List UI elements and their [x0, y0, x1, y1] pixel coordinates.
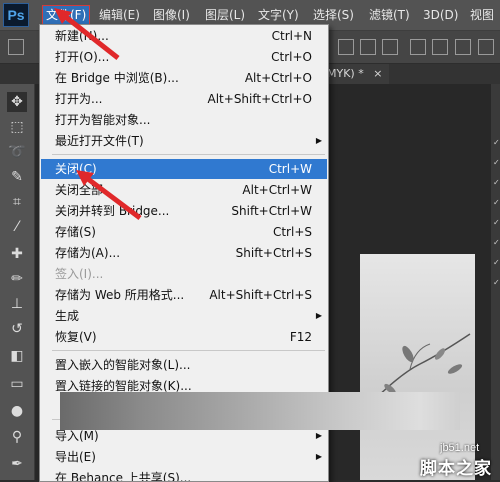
- menu-item-shortcut: Shift+Ctrl+S: [235, 246, 312, 260]
- watermark-brand: 脚本之家: [420, 459, 492, 479]
- panel-toggle-icon[interactable]: ✓: [493, 259, 500, 267]
- panel-toggle-icon[interactable]: ✓: [493, 279, 500, 287]
- blurred-overlay-band: [60, 392, 460, 430]
- healing-tool-icon[interactable]: ✚: [7, 244, 27, 264]
- watermark-url: jb51.net: [440, 442, 480, 454]
- menu-select[interactable]: 选择(S): [313, 6, 354, 24]
- menu-item-label: 存储(S): [55, 225, 96, 239]
- menu-item-place-embedded[interactable]: 置入嵌入的智能对象(L)...: [41, 355, 327, 375]
- menu-view[interactable]: 视图: [470, 6, 494, 24]
- submenu-arrow-icon: ▶: [315, 311, 322, 320]
- stamp-tool-icon[interactable]: ⊥: [7, 294, 27, 314]
- menu-item-label: 打开为...: [55, 92, 103, 106]
- crop-tool-icon[interactable]: ⌗: [7, 192, 27, 212]
- distribute-middle-icon[interactable]: [432, 39, 448, 55]
- menu-item-label: 存储为(A)...: [55, 246, 121, 260]
- menu-item-open[interactable]: 打开(O)... Ctrl+O: [41, 47, 327, 67]
- brush-tool-icon[interactable]: ✏: [7, 269, 27, 289]
- menu-item-shortcut: Alt+Shift+Ctrl+S: [209, 288, 312, 302]
- menu-item-label: 打开(O)...: [55, 50, 110, 64]
- history-brush-tool-icon[interactable]: ↺: [7, 319, 27, 339]
- menu-item-save-for-web[interactable]: 存储为 Web 所用格式... Alt+Shift+Ctrl+S: [41, 285, 327, 305]
- menu-3d[interactable]: 3D(D): [423, 6, 458, 24]
- menu-separator: [52, 350, 325, 351]
- menu-item-shortcut: Ctrl+W: [268, 162, 312, 176]
- menu-layer[interactable]: 图层(L): [205, 6, 245, 24]
- tool-preset-icon[interactable]: [8, 39, 24, 55]
- menu-item-browse-in-bridge[interactable]: 在 Bridge 中浏览(B)... Alt+Ctrl+O: [41, 68, 327, 88]
- menu-item-shortcut: Alt+Ctrl+O: [244, 71, 312, 85]
- close-icon[interactable]: ×: [373, 67, 382, 80]
- menu-item-save[interactable]: 存储(S) Ctrl+S: [41, 222, 327, 242]
- menu-item-shortcut: Shift+Ctrl+W: [231, 204, 312, 218]
- dodge-tool-icon[interactable]: ⚲: [7, 427, 27, 447]
- menu-item-label: 打开为智能对象...: [55, 113, 151, 127]
- menu-image[interactable]: 图像(I): [153, 6, 190, 24]
- menu-item-shortcut: Alt+Ctrl+W: [242, 183, 312, 197]
- menu-item-save-as[interactable]: 存储为(A)... Shift+Ctrl+S: [41, 243, 327, 263]
- menu-item-label: 置入嵌入的智能对象(L)...: [55, 358, 191, 372]
- menu-item-close[interactable]: 关闭(C) Ctrl+W: [41, 159, 327, 179]
- distribute-bottom-icon[interactable]: [455, 39, 471, 55]
- menu-item-label: 关闭(C): [55, 162, 97, 176]
- panel-toggle-icon[interactable]: ✓: [493, 139, 500, 147]
- menu-item-label: 存储为 Web 所用格式...: [55, 288, 185, 302]
- panel-toggle-icon[interactable]: ✓: [493, 179, 500, 187]
- panel-toggle-icon[interactable]: ✓: [493, 219, 500, 227]
- menu-file[interactable]: 文件(F): [42, 5, 91, 25]
- menu-item-label: 在 Bridge 中浏览(B)...: [55, 71, 179, 85]
- menu-item-shortcut: Ctrl+N: [271, 29, 312, 43]
- document-tab[interactable]: MYK) * ×: [323, 64, 389, 84]
- menu-item-revert[interactable]: 恢复(V) F12: [41, 327, 327, 347]
- menu-item-label: 关闭并转到 Bridge...: [55, 204, 170, 218]
- menu-item-close-all[interactable]: 关闭全部 Alt+Ctrl+W: [41, 180, 327, 200]
- menu-item-label: 新建(N)...: [55, 29, 109, 43]
- menu-item-shortcut: F12: [289, 330, 312, 344]
- marquee-tool-icon[interactable]: ⬚: [7, 117, 27, 137]
- eraser-tool-icon[interactable]: ◧: [7, 346, 27, 366]
- distribute-top-icon[interactable]: [410, 39, 426, 55]
- tools-panel: ✥ ⬚ ➰ ✎ ⌗ ⁄ ✚ ✏ ⊥ ↺ ◧ ▭ ● ⚲ ✒: [0, 84, 35, 480]
- menu-item-new[interactable]: 新建(N)... Ctrl+N: [41, 26, 327, 46]
- blur-tool-icon[interactable]: ●: [7, 401, 27, 421]
- submenu-arrow-icon: ▶: [315, 136, 322, 145]
- document-tab-title: MYK) *: [327, 67, 364, 80]
- panel-toggle-icon[interactable]: ✓: [493, 199, 500, 207]
- menu-item-shortcut: Ctrl+S: [272, 225, 312, 239]
- align-left-icon[interactable]: [338, 39, 354, 55]
- panel-toggle-icon[interactable]: ✓: [493, 239, 500, 247]
- menu-filter[interactable]: 滤镜(T): [369, 6, 410, 24]
- menu-item-export[interactable]: 导出(E) ▶: [41, 447, 327, 467]
- menu-item-shortcut: Alt+Shift+Ctrl+O: [207, 92, 312, 106]
- menu-item-shortcut: Ctrl+O: [271, 50, 312, 64]
- move-tool-icon[interactable]: ✥: [7, 92, 27, 112]
- align-center-icon[interactable]: [360, 39, 376, 55]
- distribute-horizontal-icon[interactable]: [478, 39, 494, 55]
- menu-item-label: 最近打开文件(T): [55, 134, 144, 148]
- align-right-icon[interactable]: [382, 39, 398, 55]
- menu-item-label: 签入(I)...: [55, 267, 104, 281]
- menu-item-label: 导出(E): [55, 450, 96, 464]
- quick-select-tool-icon[interactable]: ✎: [7, 167, 27, 187]
- lasso-tool-icon[interactable]: ➰: [7, 142, 27, 162]
- menu-item-open-as[interactable]: 打开为... Alt+Shift+Ctrl+O: [41, 89, 327, 109]
- menu-item-open-recent[interactable]: 最近打开文件(T) ▶: [41, 131, 327, 151]
- eyedropper-tool-icon[interactable]: ⁄: [7, 217, 27, 237]
- menu-item-close-and-go-to-bridge[interactable]: 关闭并转到 Bridge... Shift+Ctrl+W: [41, 201, 327, 221]
- menu-item-generate[interactable]: 生成 ▶: [41, 306, 327, 326]
- gradient-tool-icon[interactable]: ▭: [7, 374, 27, 394]
- menu-item-label: 恢复(V): [55, 330, 97, 344]
- menu-item-open-as-smart-object[interactable]: 打开为智能对象...: [41, 110, 327, 130]
- submenu-arrow-icon: ▶: [315, 452, 322, 461]
- panel-toggle-icon[interactable]: ✓: [493, 159, 500, 167]
- menu-item-label: 生成: [55, 309, 80, 323]
- menu-separator: [52, 154, 325, 155]
- menu-item-check-in: 签入(I)...: [41, 264, 327, 284]
- photoshop-logo: Ps: [3, 3, 29, 27]
- menu-edit[interactable]: 编辑(E): [99, 6, 140, 24]
- pen-tool-icon[interactable]: ✒: [7, 454, 27, 474]
- menu-item-label: 关闭全部: [55, 183, 104, 197]
- menu-type[interactable]: 文字(Y): [258, 6, 299, 24]
